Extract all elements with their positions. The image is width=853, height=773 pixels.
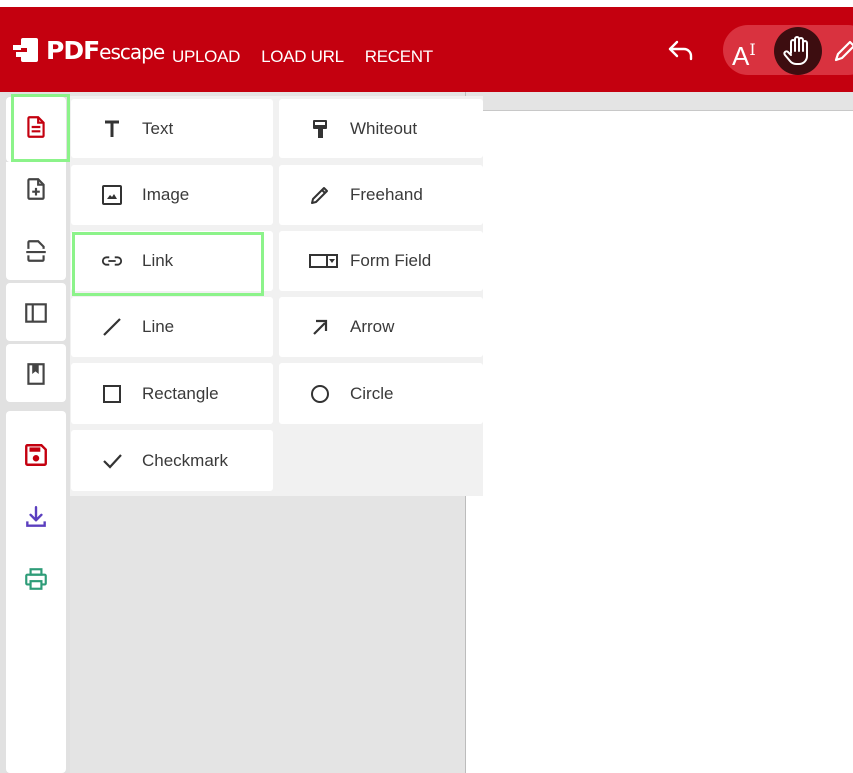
document-page[interactable] bbox=[467, 112, 853, 773]
print-icon bbox=[25, 568, 47, 590]
tool-rectangle-label: Rectangle bbox=[142, 383, 219, 403]
tool-checkmark[interactable]: Checkmark bbox=[71, 430, 273, 491]
line-icon bbox=[101, 316, 123, 338]
tool-link[interactable]: Link bbox=[71, 231, 273, 291]
tool-image-label: Image bbox=[142, 185, 190, 204]
rectangle-icon bbox=[101, 383, 123, 405]
tool-form-field[interactable]: Form Field bbox=[279, 231, 483, 291]
text-cursor-glyph: I bbox=[749, 40, 756, 59]
logo-pdf-text: PDF bbox=[46, 35, 100, 65]
nav-load-url[interactable]: LOAD URL bbox=[261, 47, 344, 67]
tool-freehand[interactable]: Freehand bbox=[279, 165, 483, 225]
tool-arrow[interactable]: Arrow bbox=[279, 297, 483, 357]
download-icon bbox=[26, 506, 46, 527]
sidebar-item-download[interactable] bbox=[6, 487, 66, 547]
top-strip bbox=[0, 0, 853, 7]
circle-icon bbox=[309, 383, 331, 405]
sidebar-item-print[interactable] bbox=[6, 549, 66, 609]
tool-image[interactable]: Image bbox=[71, 165, 273, 225]
tool-freehand-label: Freehand bbox=[350, 185, 423, 204]
bookmark-icon bbox=[27, 363, 45, 385]
arrow-icon bbox=[309, 316, 331, 338]
logo-text: PDF escape bbox=[46, 35, 165, 65]
text-icon bbox=[101, 118, 123, 140]
whiteout-icon bbox=[309, 118, 331, 140]
tool-whiteout[interactable]: Whiteout bbox=[279, 99, 483, 158]
hand-mode-button[interactable] bbox=[774, 27, 822, 75]
sidebar-item-save[interactable] bbox=[6, 425, 66, 485]
hand-icon bbox=[783, 36, 808, 65]
pencil-icon[interactable] bbox=[830, 36, 853, 66]
link-icon bbox=[101, 250, 123, 272]
sidebar-item-add-page[interactable] bbox=[6, 159, 66, 219]
form-field-icon bbox=[309, 250, 339, 272]
text-mode-label: A bbox=[732, 41, 750, 71]
pdfescape-logo[interactable]: PDF escape bbox=[12, 35, 165, 65]
logo-escape-text: escape bbox=[99, 39, 165, 64]
tool-text[interactable]: Text bbox=[71, 99, 273, 158]
tool-text-label: Text bbox=[142, 118, 174, 138]
sidebar-item-page-break[interactable] bbox=[6, 221, 66, 281]
sidebar-item-panel-toggle[interactable] bbox=[6, 283, 66, 343]
panel-toggle-icon bbox=[25, 303, 47, 323]
sidebar-item-document[interactable] bbox=[6, 97, 66, 157]
tool-line[interactable]: Line bbox=[71, 297, 273, 357]
save-icon bbox=[25, 444, 47, 466]
tool-circle-label: Circle bbox=[350, 383, 394, 403]
document-icon bbox=[27, 116, 45, 138]
tool-arrow-label: Arrow bbox=[350, 317, 395, 336]
tool-checkmark-label: Checkmark bbox=[142, 450, 228, 470]
tool-rectangle[interactable]: Rectangle bbox=[71, 363, 273, 424]
sidebar-item-bookmark[interactable] bbox=[6, 344, 66, 404]
top-nav: UPLOAD LOAD URL RECENT bbox=[172, 47, 454, 67]
undo-icon[interactable] bbox=[666, 36, 696, 64]
document-top-bar bbox=[466, 92, 853, 111]
tool-whiteout-label: Whiteout bbox=[350, 118, 418, 138]
tool-link-label: Link bbox=[142, 251, 174, 270]
nav-recent[interactable]: RECENT bbox=[365, 47, 433, 67]
logo-mark-icon bbox=[13, 38, 38, 62]
page-break-icon bbox=[26, 240, 46, 262]
freehand-icon bbox=[309, 184, 331, 206]
text-select-mode-button[interactable]: AI bbox=[732, 34, 764, 71]
tool-circle[interactable]: Circle bbox=[279, 363, 483, 424]
tool-line-label: Line bbox=[142, 317, 175, 336]
checkmark-icon bbox=[101, 450, 123, 472]
nav-upload[interactable]: UPLOAD bbox=[172, 47, 240, 67]
image-icon bbox=[101, 184, 123, 206]
tool-form-field-label: Form Field bbox=[350, 251, 432, 270]
add-page-icon bbox=[27, 178, 45, 200]
